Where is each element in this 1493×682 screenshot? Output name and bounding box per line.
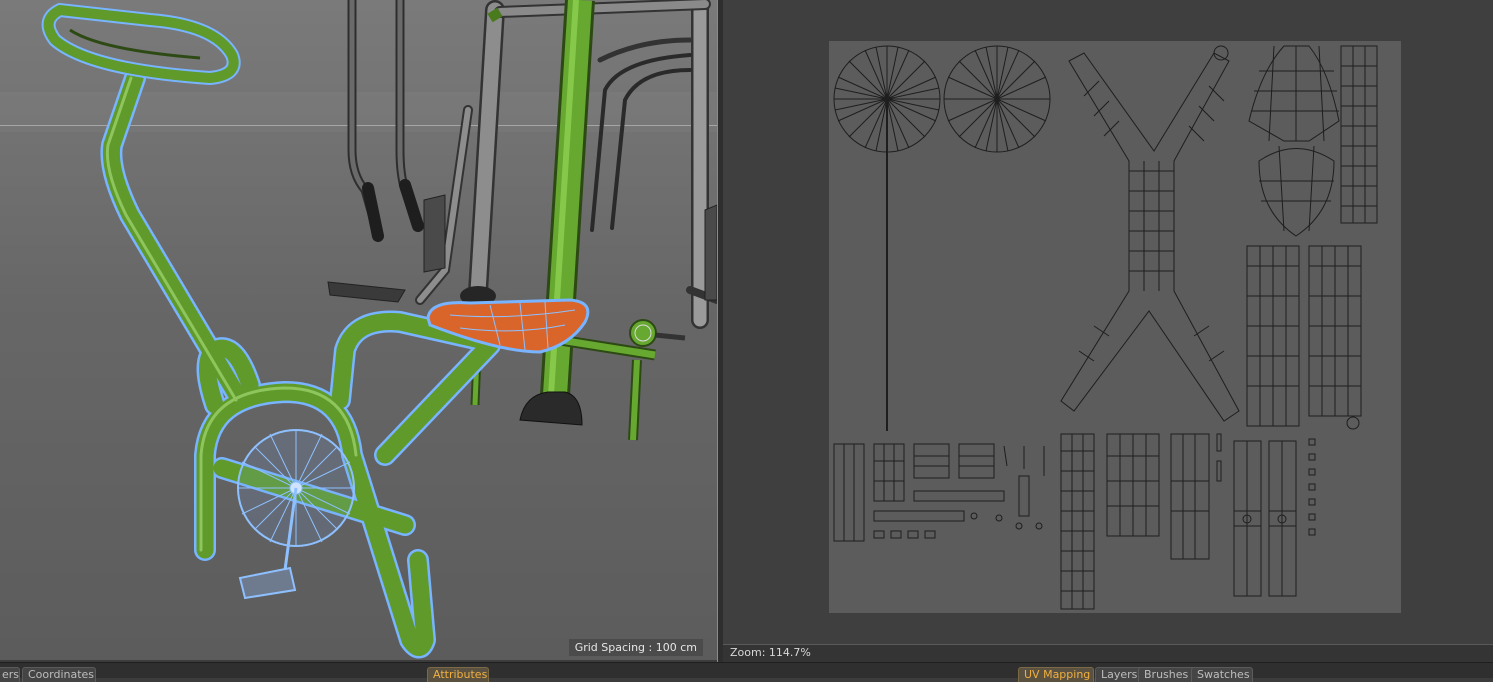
tab-brushes[interactable]: Brushes xyxy=(1138,667,1196,682)
uv-island-small-parts xyxy=(833,443,1045,542)
uv-island-tubes-bottom xyxy=(1060,433,1316,610)
uv-island-tube-top xyxy=(1340,45,1378,224)
uv-island-disc-right xyxy=(943,45,1051,153)
pole-base xyxy=(519,391,583,426)
zoom-label: Zoom: 114.7% xyxy=(730,646,811,659)
uv-editor[interactable]: Zoom: 114.7% xyxy=(723,0,1493,662)
uv-island-frame-y xyxy=(1060,45,1240,422)
exercise-bike-model[interactable] xyxy=(0,0,717,660)
bottom-tab-bar: ers Coordinates Attributes UV Mapping La… xyxy=(0,662,1493,682)
tab-coordinates[interactable]: Coordinates xyxy=(22,667,96,682)
uv-island-disc-left xyxy=(833,45,941,431)
tab-swatches[interactable]: Swatches xyxy=(1191,667,1253,682)
uv-status-bar: Zoom: 114.7% xyxy=(723,644,1493,662)
background-machine xyxy=(347,0,717,329)
handlebar[interactable] xyxy=(41,2,241,86)
uv-island-seat xyxy=(1248,45,1340,237)
uv-islands[interactable] xyxy=(829,41,1401,613)
grid-spacing-label: Grid Spacing : 100 cm xyxy=(568,639,703,656)
uv-island-tubes-mid xyxy=(1246,245,1362,430)
tab-uv-mapping[interactable]: UV Mapping xyxy=(1018,667,1094,682)
tab-attributes[interactable]: Attributes xyxy=(427,667,489,682)
bike-frame[interactable] xyxy=(100,67,501,659)
foot-plates xyxy=(327,194,717,303)
3d-viewport[interactable]: Grid Spacing : 100 cm xyxy=(0,0,717,660)
tab-layers-partial[interactable]: ers xyxy=(0,667,20,682)
